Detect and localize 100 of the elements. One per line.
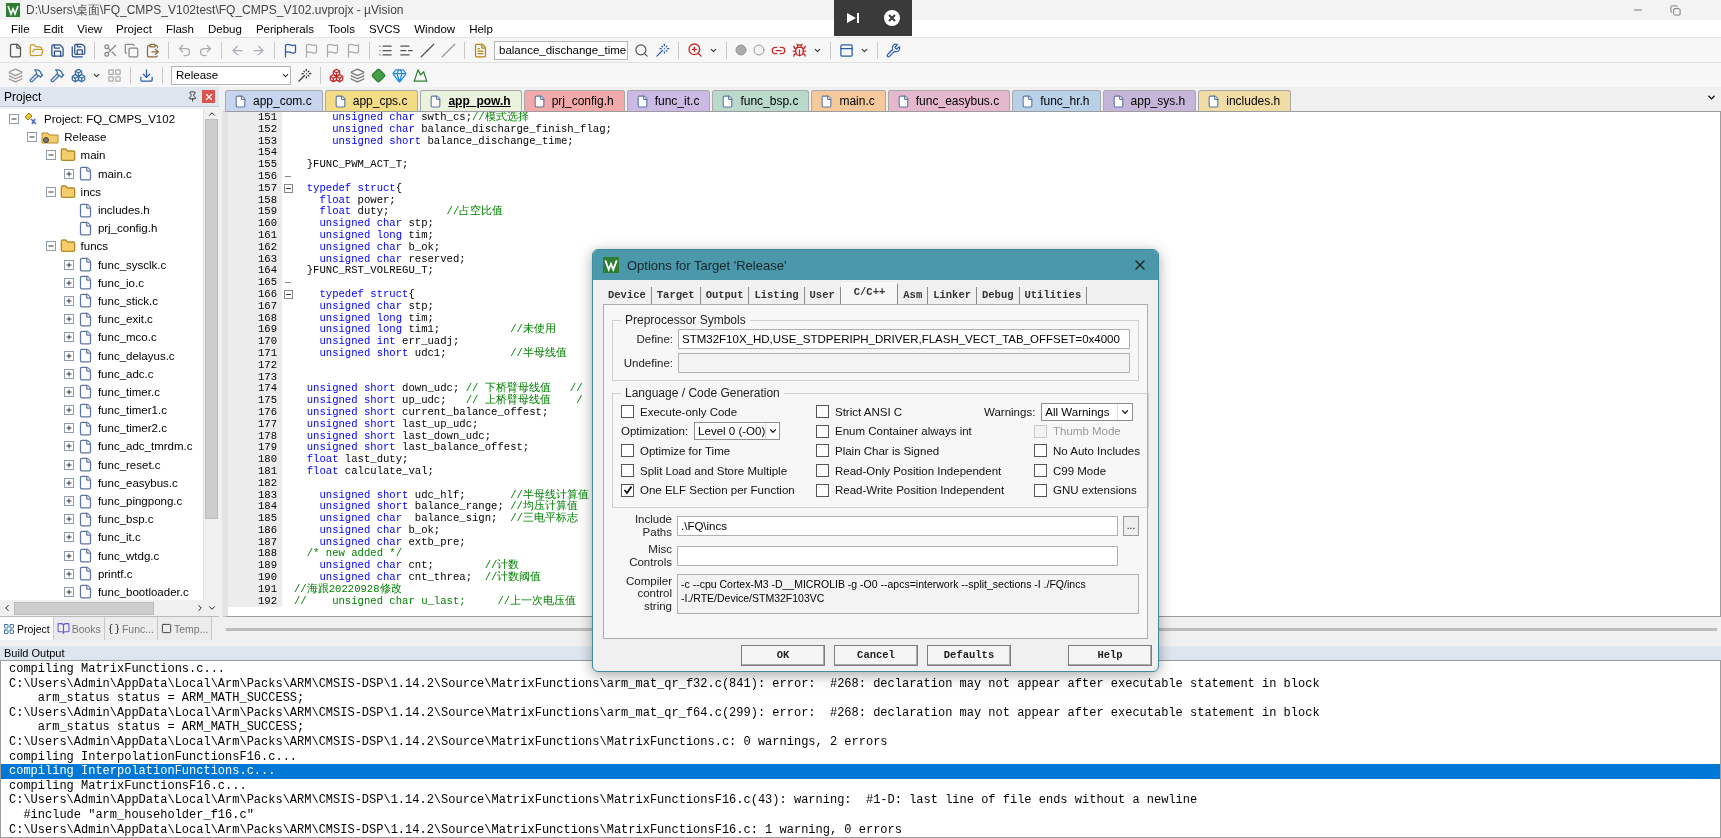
expand-icon[interactable] [63, 568, 74, 579]
dialog-button[interactable]: Help [1068, 644, 1152, 666]
compiler-string-field[interactable]: -c --cpu Cortex-M3 -D__MICROLIB -g -O0 --apcs=interwork --split_sections -I ./FQ/incs -I./RTE/Device/STM32F103VC [677, 573, 1139, 614]
expand-icon[interactable] [63, 405, 74, 416]
flag-icon[interactable] [283, 42, 298, 58]
slash-icon[interactable] [420, 42, 435, 58]
menu-item[interactable]: Flash [158, 22, 201, 35]
tree-item[interactable]: func_stick.c [95, 294, 158, 307]
checkbox[interactable] [621, 464, 634, 478]
menu-item[interactable]: Project [109, 22, 159, 35]
wand-icon[interactable] [297, 67, 312, 83]
tree-item[interactable]: func_wtdg.c [95, 549, 160, 562]
find-combo[interactable]: balance_dischange_time [494, 40, 628, 60]
file-tab[interactable]: func_hr.h [1012, 90, 1101, 111]
expand-icon[interactable] [63, 550, 74, 561]
expand-icon[interactable] [63, 514, 74, 525]
undefine-field[interactable] [678, 353, 1130, 373]
output-line[interactable]: C:\Users\Admin\AppData\Local\Arm\Packs\ARM\CMSIS-DSP\1.14.2\Source\MatrixFunctions\MatrixFunctionsF16.c: 1 warning, 0 errors [1, 822, 1720, 837]
tree-item[interactable]: main [78, 149, 106, 162]
output-line[interactable]: C:\Users\Admin\AppData\Local\Arm\Packs\ARM\CMSIS-DSP\1.14.2\Source\MatrixFunctions\arm_mat_qr_f32.c(841): error: #268: declaration may not appear after executable statement in block [1, 676, 1720, 692]
menu-item[interactable]: Tools [321, 22, 362, 35]
search-icon[interactable] [634, 42, 649, 58]
checkbox[interactable] [621, 444, 634, 458]
browse-button[interactable]: ... [1123, 515, 1139, 536]
output-line[interactable]: compiling MatrixFunctionsF16.c... [1, 778, 1720, 794]
tree-item[interactable]: prj_config.h [95, 222, 158, 235]
dialog-tab[interactable]: C/C++ [840, 283, 899, 304]
checkbox[interactable] [1034, 444, 1047, 458]
paste-icon[interactable] [145, 42, 160, 58]
file-tab[interactable]: func_it.c [626, 90, 711, 111]
expand-icon[interactable] [63, 350, 74, 361]
tree-item[interactable]: includes.h [95, 204, 150, 217]
expand-icon[interactable] [63, 259, 74, 270]
close-icon[interactable] [883, 9, 901, 27]
dialog-button[interactable]: Defaults [927, 644, 1011, 666]
panel-tab[interactable]: Project [0, 617, 54, 640]
pin-icon[interactable] [187, 91, 198, 102]
indent-icon[interactable] [378, 42, 393, 58]
save-icon[interactable] [50, 42, 65, 58]
tab-list-caret-icon[interactable] [1706, 92, 1717, 103]
expand-icon[interactable] [63, 368, 74, 379]
menu-item[interactable]: Peripherals [248, 22, 322, 35]
dialog-button[interactable]: OK [741, 644, 825, 666]
checkbox[interactable] [1034, 464, 1047, 478]
menu-item[interactable]: Help [462, 22, 500, 35]
cut-icon[interactable] [103, 42, 118, 58]
panel-tab[interactable]: Temp... [158, 617, 213, 640]
output-line[interactable]: C:\Users\Admin\AppData\Local\Arm\Packs\ARM\CMSIS-DSP\1.14.2\Source\MatrixFunctions\arm_mat_qr_f64.c(299): error: #268: declaration may not appear after executable statement in block [1, 705, 1720, 721]
tree-item[interactable]: func_timer1.c [95, 404, 167, 417]
file-tab[interactable]: func_bsp.c [712, 90, 810, 111]
window-icon[interactable] [839, 42, 854, 58]
collapse-icon[interactable] [45, 186, 56, 197]
dialog-button[interactable]: Cancel [834, 644, 918, 666]
tree-item[interactable]: Project: FQ_CMPS_V102 [42, 113, 176, 126]
expand-icon[interactable] [63, 277, 74, 288]
expand-icon[interactable] [63, 586, 74, 597]
scrollbar[interactable] [203, 109, 219, 600]
define-field[interactable]: STM32F10X_HD,USE_STDPERIPH_DRIVER,FLASH_VECT_TAB_OFFSET=0x4000 [678, 329, 1130, 349]
tree-item[interactable]: funcs [78, 240, 109, 253]
fold-icon[interactable] [283, 290, 293, 300]
file-tab[interactable]: func_easybus.c [887, 90, 1011, 111]
restore-icon[interactable] [1670, 4, 1681, 16]
tree-item[interactable]: func_timer2.c [95, 422, 167, 435]
panel-tab[interactable]: Books [53, 617, 105, 640]
tree-item[interactable]: incs [78, 185, 102, 198]
misc-controls-field[interactable] [677, 545, 1118, 566]
expand-icon[interactable] [63, 295, 74, 306]
checkbox[interactable] [621, 483, 634, 497]
tree-item[interactable]: func_it.c [95, 531, 141, 544]
panel-tab[interactable]: Func... [104, 617, 158, 640]
layers-icon[interactable] [350, 67, 365, 83]
save-all-icon[interactable] [71, 42, 86, 58]
file-tab[interactable]: app_sys.h [1102, 90, 1197, 111]
expand-icon[interactable] [63, 332, 74, 343]
tree-item[interactable]: func_reset.c [95, 458, 161, 471]
file-tab[interactable]: app_pow.h [420, 90, 522, 111]
collapse-icon[interactable] [9, 114, 19, 125]
menu-item[interactable]: View [70, 22, 110, 35]
checkbox[interactable] [816, 424, 829, 438]
output-line[interactable]: #include "arm_householder_f16.c" [1, 807, 1720, 823]
expand-icon[interactable] [63, 314, 74, 325]
file-tab[interactable]: includes.h [1198, 90, 1292, 111]
output-line[interactable]: arm_status status = ARM_MATH_SUCCESS; [1, 720, 1720, 735]
expand-icon[interactable] [63, 441, 74, 452]
expand-icon[interactable] [63, 168, 74, 179]
menu-item[interactable]: File [4, 22, 37, 35]
output-line[interactable]: C:\Users\Admin\AppData\Local\Arm\Packs\ARM\CMSIS-DSP\1.14.2\Source\MatrixFunctions\MatrixFunctionsF16.c(43): warning: #1-D: last line of file ends without a newline [1, 793, 1720, 808]
output-line[interactable]: arm_status status = ARM_MATH_SUCCESS; [1, 691, 1720, 706]
menu-item[interactable]: Edit [36, 22, 71, 35]
checkbox[interactable] [621, 405, 634, 419]
new-file-icon[interactable] [8, 42, 23, 58]
file-tab[interactable]: app_cps.c [324, 90, 419, 111]
tree-item[interactable]: func_adc_tmrdm.c [95, 440, 193, 453]
step-icon[interactable] [845, 11, 861, 25]
wrench-icon[interactable] [886, 42, 901, 58]
zoom-icon[interactable] [687, 42, 703, 58]
tree-item[interactable]: func_delayus.c [95, 349, 175, 362]
tree-item[interactable]: printf.c [95, 567, 133, 580]
checkbox[interactable] [1034, 483, 1047, 497]
expand-icon[interactable] [63, 496, 74, 507]
